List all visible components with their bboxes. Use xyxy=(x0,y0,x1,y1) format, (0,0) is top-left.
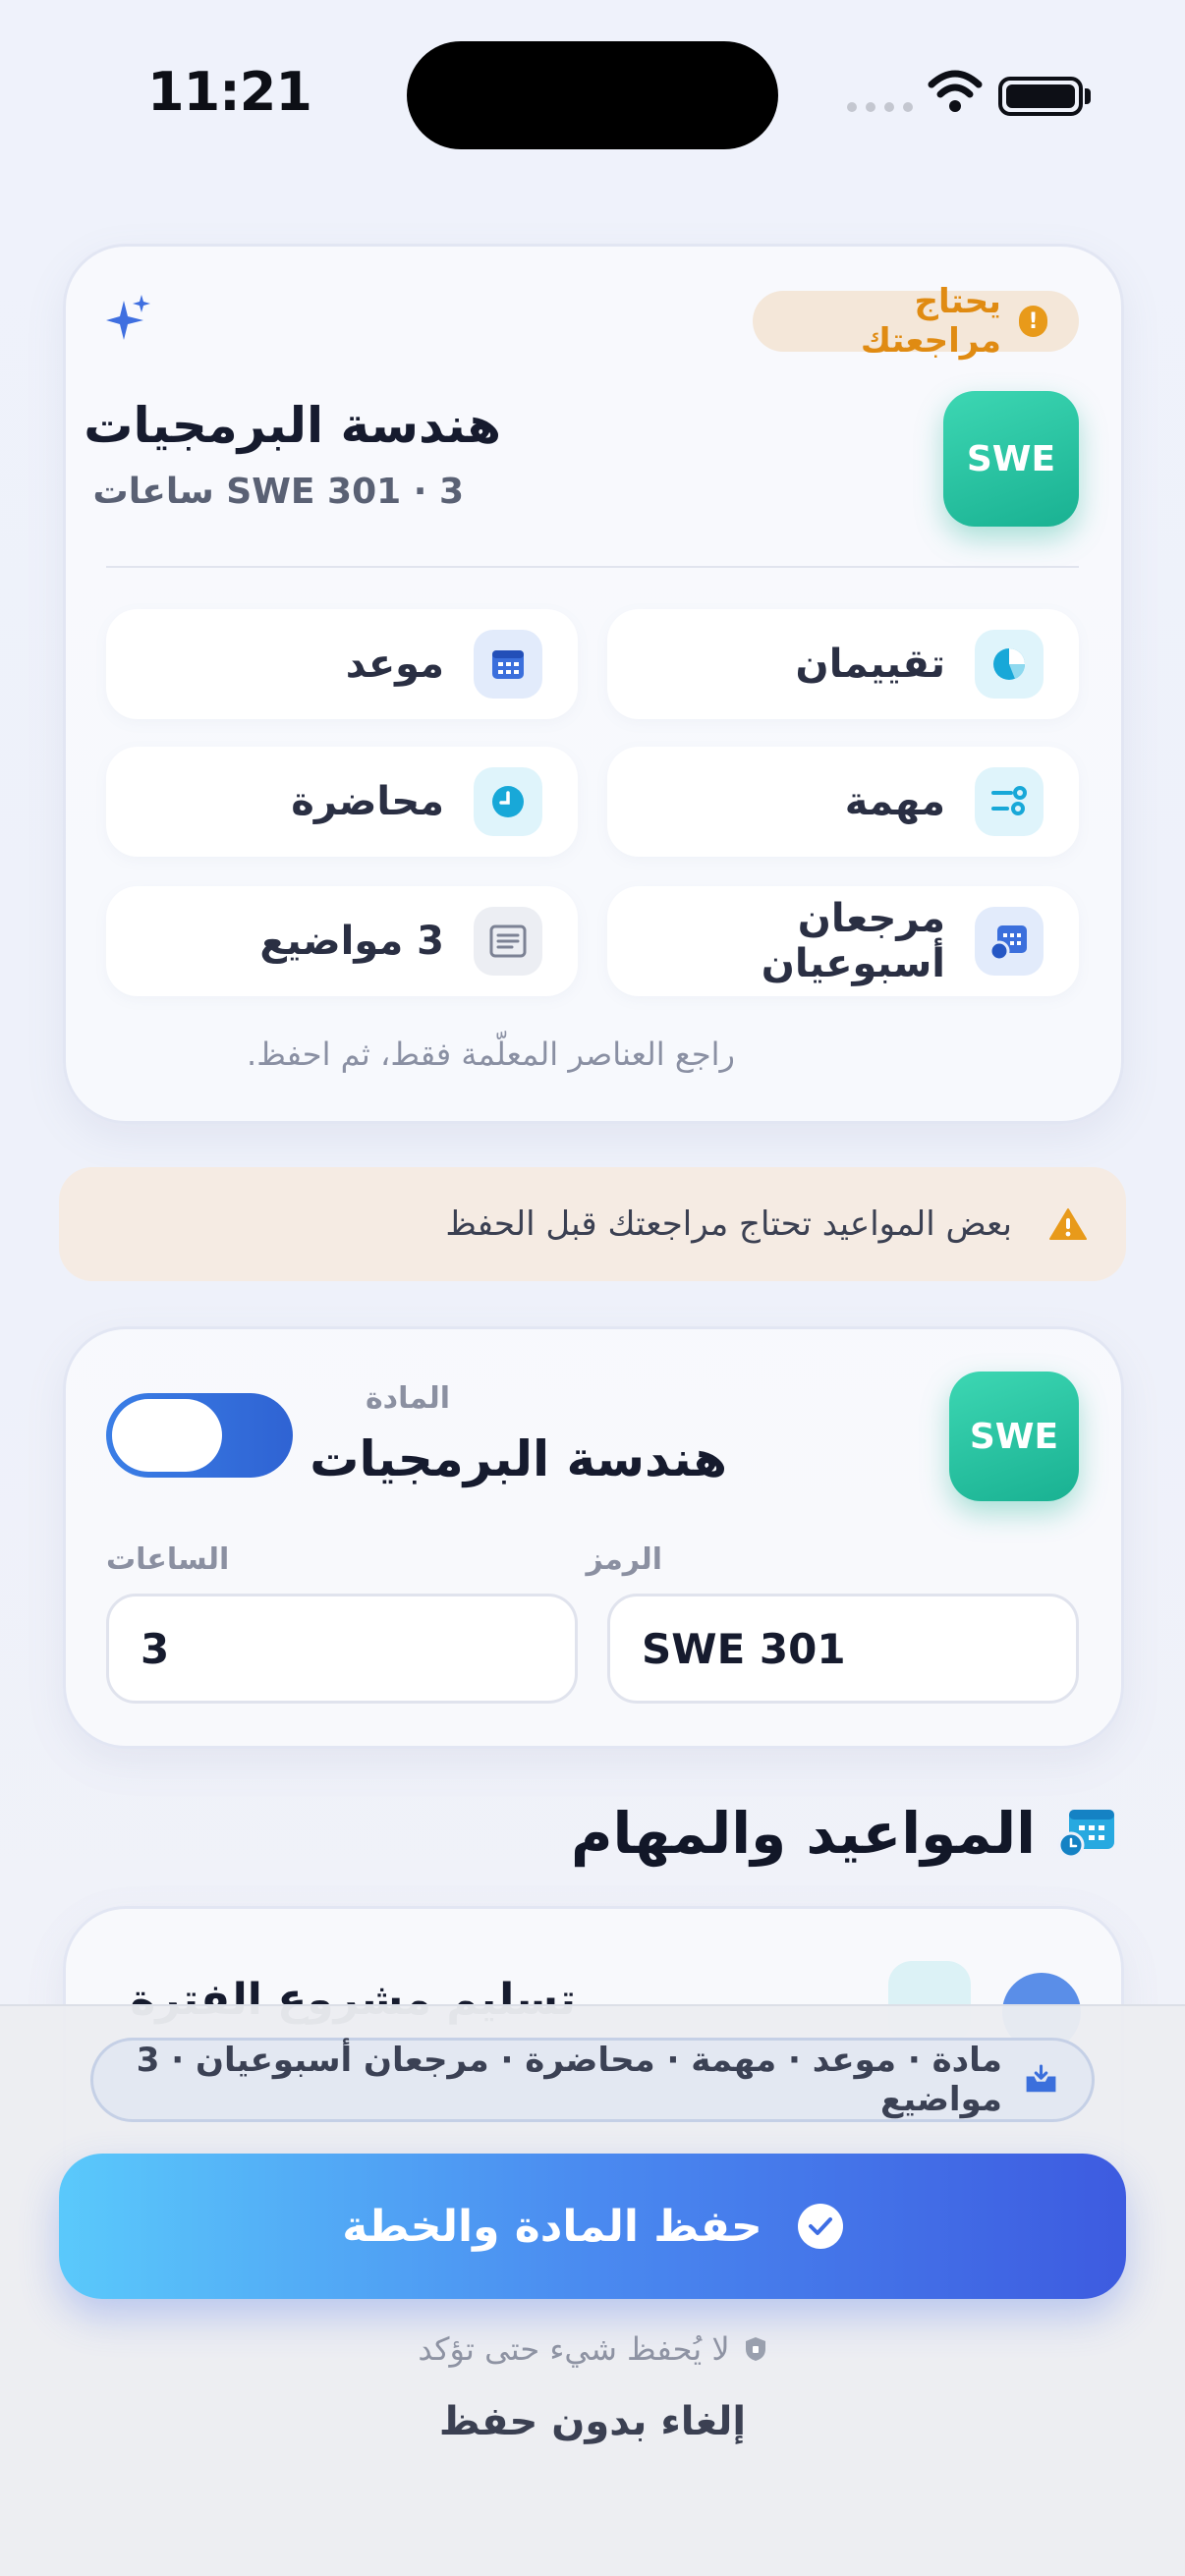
save-course-button[interactable]: حفظ المادة والخطة xyxy=(59,2154,1126,2299)
wifi-icon xyxy=(928,70,983,112)
summary-text: مادة · موعد · مهمة · محاضرة · مرجعان أسب… xyxy=(136,2041,1002,2119)
tile-label: 3 مواضيع xyxy=(259,919,444,964)
weekly-schedule-icon xyxy=(975,907,1044,976)
course-toggle[interactable] xyxy=(106,1393,293,1478)
section-title: المواعيد والمهام xyxy=(571,1800,1036,1867)
toggle-knob xyxy=(112,1399,222,1472)
tile-assessments[interactable]: تقييمان xyxy=(607,609,1079,719)
warning-banner: بعض المواعيد تحتاج مراجعتك قبل الحفظ xyxy=(59,1167,1126,1281)
code-label: الرمز xyxy=(586,1542,662,1577)
signal-icon xyxy=(847,102,913,112)
task-list-icon xyxy=(975,767,1044,836)
needs-review-label: يحتاج مراجعتك xyxy=(860,282,1001,361)
tile-label: تقييمان xyxy=(795,642,945,687)
course-code-badge: SWE xyxy=(943,391,1079,527)
topics-icon xyxy=(474,907,542,976)
dynamic-island xyxy=(407,41,778,149)
alert-icon: ! xyxy=(1018,306,1047,337)
calendar-icon xyxy=(474,630,542,699)
needs-review-badge: ! يحتاج مراجعتك xyxy=(753,282,1079,361)
warning-text: بعض المواعيد تحتاج مراجعتك قبل الحفظ xyxy=(445,1204,1012,1244)
divider xyxy=(106,566,1079,568)
pie-chart-icon xyxy=(975,630,1044,699)
clock-icon xyxy=(474,767,542,836)
items-summary-pill: مادة · موعد · مهمة · محاضرة · مرجعان أسب… xyxy=(90,2038,1095,2122)
shield-icon xyxy=(745,2337,765,2361)
hours-label: الساعات xyxy=(106,1542,230,1577)
battery-tip xyxy=(1085,88,1091,104)
warning-icon xyxy=(1049,1208,1087,1240)
course-subtitle: SWE 301 · 3 ساعات xyxy=(92,472,464,512)
tile-appointment[interactable]: موعد xyxy=(106,609,578,719)
tile-label: محاضرة xyxy=(291,779,444,824)
tile-label: مهمة xyxy=(844,779,945,824)
tile-topics[interactable]: 3 مواضيع xyxy=(106,886,578,996)
tile-label: مرجعان أسبوعيان xyxy=(761,896,945,986)
course-code-field[interactable]: SWE 301 xyxy=(607,1594,1079,1704)
checkmark-icon xyxy=(797,2204,843,2249)
save-button-label: حفظ المادة والخطة xyxy=(342,2201,762,2252)
sparkle-icon[interactable] xyxy=(106,295,151,344)
course-code-badge: SWE xyxy=(949,1372,1079,1501)
schedule-icon xyxy=(1057,1810,1114,1859)
no-save-text: لا يُحفظ شيء حتى تؤكد xyxy=(418,2330,730,2368)
review-hint: راجع العناصر المعلّمة فقط، ثم احفظ. xyxy=(247,1036,735,1073)
hours-field[interactable]: 3 xyxy=(106,1594,578,1704)
cancel-without-saving-button[interactable]: إلغاء بدون حفظ xyxy=(0,2399,1185,2444)
tile-task[interactable]: مهمة xyxy=(607,747,1079,857)
tile-lecture[interactable]: محاضرة xyxy=(106,747,578,857)
battery-icon xyxy=(998,77,1083,116)
tile-label: موعد xyxy=(345,642,444,687)
inbox-icon xyxy=(1026,2064,1056,2093)
status-time: 11:21 xyxy=(147,61,312,123)
course-name: هندسة البرمجيات xyxy=(310,1430,727,1487)
course-title: هندسة البرمجيات xyxy=(84,397,501,454)
course-label: المادة xyxy=(365,1381,450,1416)
tile-weekly-references[interactable]: مرجعان أسبوعيان xyxy=(607,886,1079,996)
no-save-note: لا يُحفظ شيء حتى تؤكد xyxy=(0,2330,1185,2368)
